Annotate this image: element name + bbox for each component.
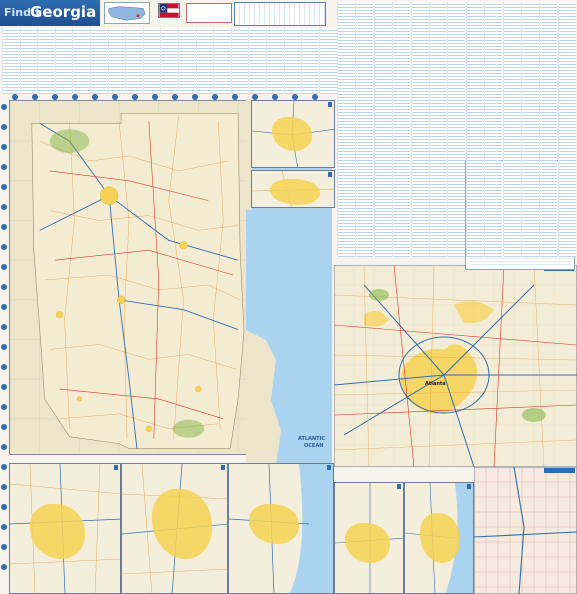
inset-title-albany bbox=[397, 484, 401, 489]
inset-athens bbox=[251, 100, 335, 168]
index-column bbox=[465, 2, 484, 257]
grid-marker bbox=[1, 464, 7, 470]
inset-title-brunswick bbox=[467, 484, 471, 489]
grid-marker bbox=[1, 404, 7, 410]
inset-title-columbus bbox=[114, 465, 118, 470]
grid-marker bbox=[92, 94, 98, 100]
grid-marker bbox=[1, 284, 7, 290]
index-column bbox=[54, 28, 73, 94]
grid-marker bbox=[232, 94, 238, 100]
index-column bbox=[484, 2, 503, 257]
index-column bbox=[72, 28, 91, 94]
georgia-flag-icon bbox=[158, 3, 180, 18]
index-column bbox=[373, 2, 392, 257]
inset-title-macon bbox=[221, 465, 225, 470]
grid-marker bbox=[1, 524, 7, 530]
grid-marker bbox=[1, 444, 7, 450]
index-column bbox=[355, 2, 374, 257]
grid-marker bbox=[272, 94, 278, 100]
ocean-label-1: ATLANTIC bbox=[298, 436, 326, 442]
us-locator-map-icon bbox=[104, 2, 150, 24]
index-column bbox=[539, 2, 558, 257]
index-column bbox=[392, 2, 411, 257]
index-column bbox=[283, 28, 302, 94]
index-column bbox=[521, 2, 539, 257]
index-column bbox=[125, 28, 144, 94]
grid-marker bbox=[1, 144, 7, 150]
index-column bbox=[2, 28, 20, 94]
grid-marker bbox=[152, 94, 158, 100]
grid-marker bbox=[312, 94, 318, 100]
mileage-chart bbox=[234, 2, 326, 26]
grid-marker bbox=[32, 94, 38, 100]
grid-marker bbox=[1, 324, 7, 330]
inset-albany bbox=[334, 482, 404, 594]
inset-macon bbox=[121, 463, 228, 594]
inset-title-gainesville bbox=[328, 172, 332, 177]
index-column bbox=[19, 28, 38, 94]
grid-marker bbox=[1, 424, 7, 430]
inset-downtown-atlanta bbox=[474, 467, 577, 594]
index-column bbox=[337, 2, 355, 257]
index-column bbox=[213, 28, 232, 94]
grid-marker bbox=[1, 264, 7, 270]
grid-marker bbox=[1, 244, 7, 250]
index-column bbox=[447, 2, 466, 257]
index-column bbox=[178, 28, 196, 94]
index-column bbox=[142, 28, 161, 94]
inset-savannah bbox=[228, 463, 334, 594]
main-state-map bbox=[9, 100, 249, 455]
grid-marker bbox=[1, 564, 7, 570]
grid-marker bbox=[172, 94, 178, 100]
title-banner: FindIt Georgia bbox=[0, 0, 100, 26]
inset-atlanta-metro bbox=[334, 265, 577, 467]
grid-marker bbox=[52, 94, 58, 100]
inset-gainesville bbox=[251, 170, 335, 208]
map-title: Georgia bbox=[30, 3, 97, 21]
wall-map-sheet: FindIt Georgia ATLANTIC OCEAN Atlanta bbox=[0, 0, 577, 594]
index-column bbox=[107, 28, 126, 94]
index-column bbox=[410, 2, 429, 257]
inset-title-athens bbox=[328, 102, 332, 107]
grid-marker bbox=[1, 384, 7, 390]
index-column bbox=[266, 28, 284, 94]
index-column bbox=[318, 28, 337, 94]
grid-marker bbox=[1, 364, 7, 370]
grid-marker bbox=[212, 94, 218, 100]
ocean-label-2: OCEAN bbox=[304, 443, 324, 449]
grid-marker bbox=[1, 544, 7, 550]
atlanta-city-label: Atlanta bbox=[425, 381, 446, 387]
index-column bbox=[37, 28, 56, 94]
index-column bbox=[248, 28, 267, 94]
grid-marker bbox=[1, 484, 7, 490]
index-column bbox=[502, 2, 521, 257]
grid-marker bbox=[1, 124, 7, 130]
index-column bbox=[230, 28, 249, 94]
grid-marker bbox=[72, 94, 78, 100]
index-column bbox=[557, 2, 576, 257]
grid-marker bbox=[1, 184, 7, 190]
grid-marker bbox=[1, 344, 7, 350]
grid-marker bbox=[132, 94, 138, 100]
grid-marker bbox=[1, 104, 7, 110]
index-column bbox=[90, 28, 108, 94]
grid-marker bbox=[292, 94, 298, 100]
grid-marker bbox=[252, 94, 258, 100]
inset-title-savannah bbox=[327, 465, 331, 470]
grid-marker bbox=[1, 304, 7, 310]
index-column bbox=[429, 2, 447, 257]
state-facts-box bbox=[186, 3, 232, 23]
grid-marker bbox=[192, 94, 198, 100]
grid-marker bbox=[1, 224, 7, 230]
grid-marker bbox=[112, 94, 118, 100]
grid-marker bbox=[1, 164, 7, 170]
grid-marker bbox=[1, 204, 7, 210]
grid-marker bbox=[1, 504, 7, 510]
grid-marker bbox=[12, 94, 18, 100]
inset-columbus bbox=[9, 463, 121, 594]
index-column bbox=[160, 28, 179, 94]
inset-brunswick bbox=[404, 482, 474, 594]
index-column bbox=[301, 28, 320, 94]
index-column bbox=[195, 28, 214, 94]
